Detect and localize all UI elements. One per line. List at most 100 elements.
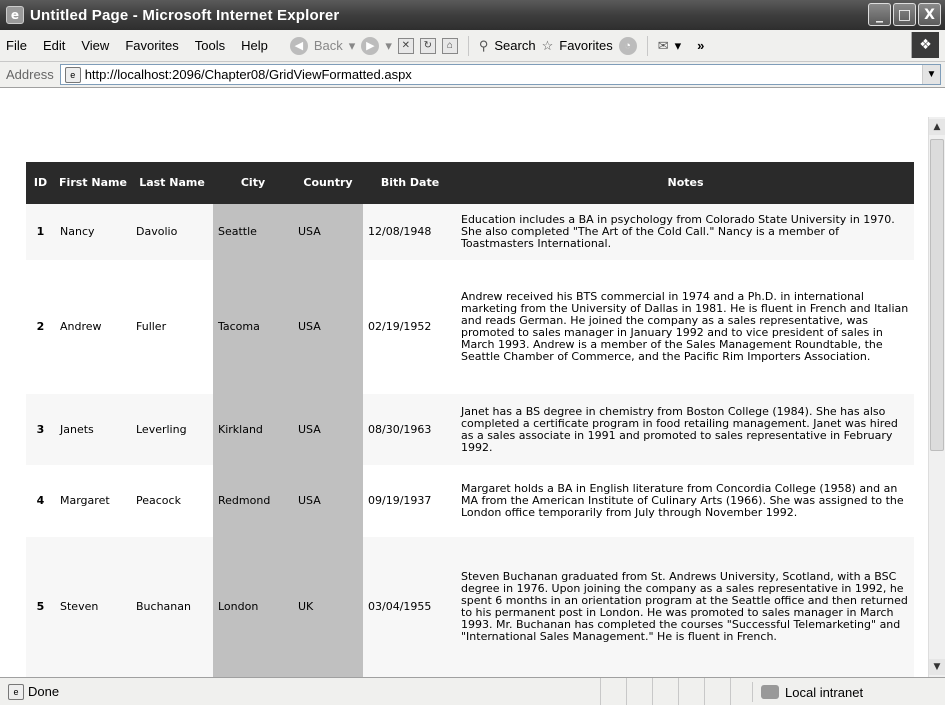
cell-last-name: Leverling — [131, 394, 213, 465]
status-cells — [600, 678, 756, 705]
cell-id: 4 — [36, 494, 45, 507]
scroll-down-arrow-icon[interactable]: ▼ — [929, 659, 945, 675]
menu-edit[interactable]: Edit — [35, 38, 73, 53]
back-button[interactable]: Back — [314, 38, 343, 53]
scrollbar-thumb[interactable] — [930, 139, 944, 451]
header-city: City — [213, 162, 293, 204]
cell-country: USA — [293, 260, 363, 394]
address-label: Address — [6, 67, 54, 82]
header-notes: Notes — [457, 162, 914, 204]
ie-app-icon[interactable]: e — [6, 6, 24, 24]
mail-dropdown-icon[interactable]: ▾ — [675, 38, 682, 54]
cell-id: 2 — [36, 320, 45, 333]
title-bar: e Untitled Page - Microsoft Internet Exp… — [0, 0, 945, 30]
vertical-scrollbar[interactable]: ▲ ▼ — [928, 117, 945, 677]
cell-birth-date: 03/04/1955 — [363, 537, 457, 677]
employee-grid: ID First Name Last Name City Country Bit… — [26, 162, 914, 677]
cell-birth-date: 12/08/1948 — [363, 204, 457, 260]
security-zone[interactable]: Local intranet — [752, 682, 922, 702]
toolbar-separator — [646, 35, 648, 56]
table-row: 5 Steven Buchanan London UK 03/04/1955 S… — [26, 537, 914, 677]
cell-first-name: Janets — [55, 394, 131, 465]
cell-birth-date: 08/30/1963 — [363, 394, 457, 465]
cell-first-name: Nancy — [55, 204, 131, 260]
cell-country: USA — [293, 465, 363, 537]
cell-last-name: Peacock — [136, 494, 181, 507]
address-url[interactable]: http://localhost:2096/Chapter08/GridView… — [85, 67, 412, 82]
cell-id: 5 — [26, 537, 55, 677]
local-intranet-icon — [761, 685, 779, 699]
header-country: Country — [293, 162, 363, 204]
cell-notes: Andrew received his BTS commercial in 19… — [461, 290, 909, 363]
page-viewport: ID First Name Last Name City Country Bit… — [0, 88, 928, 677]
grid-header-row: ID First Name Last Name City Country Bit… — [26, 162, 914, 204]
cell-notes: Education includes a BA in psychology fr… — [457, 204, 914, 260]
maximize-button[interactable]: □ — [893, 3, 916, 26]
status-bar: e Done Local intranet — [0, 677, 945, 705]
home-icon[interactable]: ⌂ — [441, 37, 458, 54]
cell-first-name: Margaret — [60, 494, 110, 507]
search-button[interactable]: Search — [494, 38, 535, 53]
cell-notes: Margaret holds a BA in English literatur… — [461, 482, 904, 519]
page-icon: e — [64, 66, 81, 83]
forward-arrow-icon[interactable]: ▶ — [361, 36, 380, 55]
cell-last-name: Davolio — [131, 204, 213, 260]
search-icon[interactable]: ⚲ — [479, 38, 489, 54]
zone-label: Local intranet — [785, 684, 864, 700]
close-button[interactable]: X — [918, 3, 941, 26]
windows-logo-icon: ❖ — [911, 32, 939, 58]
minimize-button[interactable]: _ — [868, 3, 891, 26]
header-id: ID — [26, 162, 55, 204]
cell-city: Redmond — [213, 465, 293, 537]
address-dropdown-icon[interactable]: ▼ — [922, 65, 940, 84]
cell-first-name: Andrew — [60, 320, 102, 333]
cell-country: USA — [293, 204, 363, 260]
cell-city: Seattle — [213, 204, 293, 260]
window-title: Untitled Page - Microsoft Internet Explo… — [30, 6, 340, 24]
status-text: Done — [28, 684, 60, 699]
toolbar-overflow-chevron[interactable]: » — [697, 38, 704, 53]
history-icon[interactable]: ◔ — [618, 36, 637, 55]
window-controls: _ □ X — [868, 3, 941, 26]
cell-birth-date: 02/19/1952 — [368, 320, 432, 333]
cell-id: 1 — [26, 204, 55, 260]
cell-city: Tacoma — [213, 260, 293, 394]
cell-country: USA — [293, 394, 363, 465]
cell-id: 3 — [26, 394, 55, 465]
stop-icon[interactable]: ✕ — [397, 37, 414, 54]
mail-icon[interactable]: ✉ — [658, 38, 669, 54]
menu-favorites[interactable]: Favorites — [117, 38, 186, 53]
table-row: 3 Janets Leverling Kirkland USA 08/30/19… — [26, 394, 914, 465]
status-cell — [704, 678, 730, 705]
header-last-name: Last Name — [131, 162, 213, 204]
table-row: 2 Andrew Fuller Tacoma USA 02/19/1952 An… — [26, 260, 914, 394]
favorites-button[interactable]: Favorites — [559, 38, 612, 53]
cell-city: London — [213, 537, 293, 677]
menu-view[interactable]: View — [73, 38, 117, 53]
toolbar: ◀ Back ▾ ▶ ▾ ✕ ↻ ⌂ ⚲ Search ☆ Favorites … — [289, 35, 704, 56]
status-cell — [678, 678, 704, 705]
menu-tools[interactable]: Tools — [187, 38, 233, 53]
status-cell — [600, 678, 626, 705]
refresh-icon[interactable]: ↻ — [419, 37, 436, 54]
cell-notes: Janet has a BS degree in chemistry from … — [457, 394, 914, 465]
menu-bar: File Edit View Favorites Tools Help ◀ Ba… — [0, 30, 945, 62]
cell-notes: Steven Buchanan graduated from St. Andre… — [457, 537, 914, 677]
header-first-name: First Name — [55, 162, 131, 204]
toolbar-separator — [467, 35, 469, 56]
back-dropdown-icon[interactable]: ▾ — [349, 38, 356, 54]
cell-city: Kirkland — [213, 394, 293, 465]
table-row: 1 Nancy Davolio Seattle USA 12/08/1948 E… — [26, 204, 914, 260]
menu-file[interactable]: File — [0, 38, 35, 53]
status-cell — [626, 678, 652, 705]
page-status-icon: e — [8, 683, 24, 700]
forward-dropdown-icon[interactable]: ▾ — [385, 38, 392, 54]
back-arrow-icon[interactable]: ◀ — [289, 36, 308, 55]
header-birth-date: Bith Date — [363, 162, 457, 204]
scroll-up-arrow-icon[interactable]: ▲ — [929, 119, 945, 135]
favorites-star-icon[interactable]: ☆ — [542, 38, 554, 54]
menu-help[interactable]: Help — [233, 38, 276, 53]
address-input[interactable]: e http://localhost:2096/Chapter08/GridVi… — [59, 64, 941, 85]
cell-first-name: Steven — [55, 537, 131, 677]
status-cell — [652, 678, 678, 705]
